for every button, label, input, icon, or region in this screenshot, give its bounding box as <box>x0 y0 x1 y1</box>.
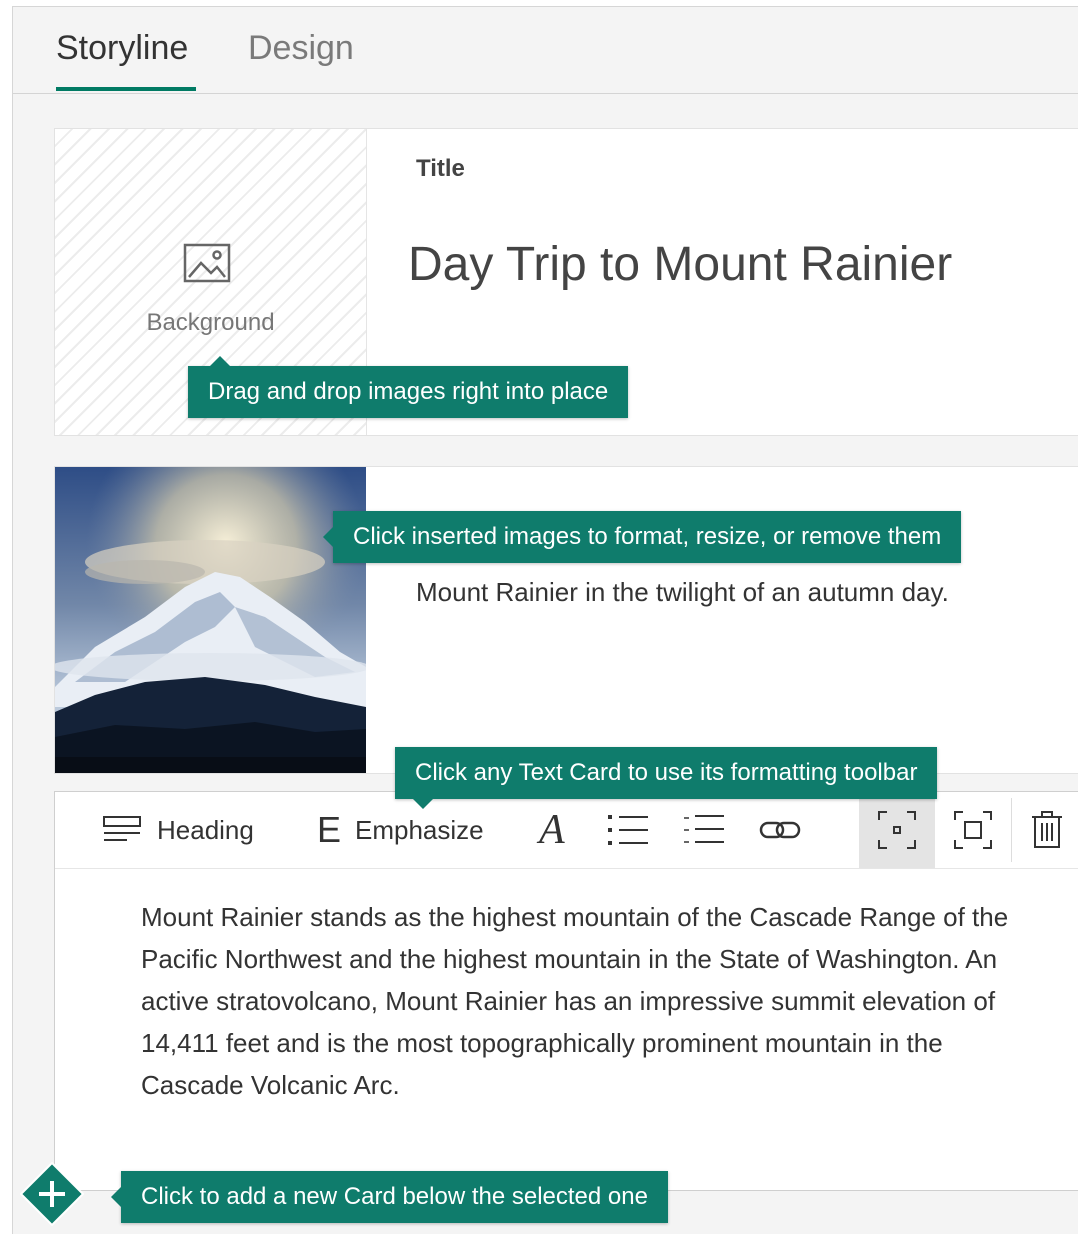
sway-editor: Storyline Design Background Title Day Tr… <box>12 6 1078 1234</box>
delete-icon <box>1032 811 1062 848</box>
tab-design[interactable]: Design <box>248 29 354 68</box>
heading-button[interactable]: Heading <box>103 792 254 868</box>
focus-small-icon <box>878 811 916 849</box>
numbered-list-icon <box>684 815 724 843</box>
text-card-body[interactable]: Mount Rainier stands as the highest moun… <box>141 896 1021 1106</box>
mountain-photo[interactable] <box>55 467 366 773</box>
toolbar-separator <box>1011 798 1012 862</box>
active-tab-indicator <box>56 87 196 91</box>
callout-drag-drop: Drag and drop images right into place <box>188 356 629 418</box>
callout-text-card-text: Click any Text Card to use its formattin… <box>415 759 918 786</box>
callout-add-card-text: Click to add a new Card below the select… <box>141 1183 648 1210</box>
bullet-list-button[interactable] <box>607 792 649 868</box>
delete-button[interactable] <box>1031 792 1063 868</box>
emphasize-button[interactable]: E Emphasize <box>317 792 484 868</box>
tab-storyline[interactable]: Storyline <box>56 29 188 68</box>
add-card-button[interactable] <box>19 1161 85 1227</box>
tab-bar: Storyline Design <box>13 7 1078 94</box>
focus-large-icon <box>954 811 992 849</box>
callout-add-card: Click to add a new Card below the select… <box>111 1171 668 1223</box>
image-caption[interactable]: Mount Rainier in the twilight of an autu… <box>416 571 976 613</box>
heading-icon <box>103 816 141 841</box>
heading-label: Heading <box>157 814 254 845</box>
text-card[interactable]: Heading E Emphasize A Mount Rainier stan… <box>54 791 1078 1191</box>
background-label: Background <box>146 309 275 336</box>
accent-button[interactable]: A <box>539 792 565 868</box>
formatting-toolbar: Heading E Emphasize A <box>55 792 1078 869</box>
link-button[interactable] <box>759 792 801 868</box>
callout-drag-drop-text: Drag and drop images right into place <box>208 378 609 405</box>
callout-inserted-images-text: Click inserted images to format, resize,… <box>353 523 942 550</box>
bullet-list-icon <box>608 815 648 845</box>
accent-icon: A <box>539 807 565 853</box>
focus-small-button[interactable] <box>859 792 935 868</box>
story-title[interactable]: Day Trip to Mount Rainier <box>408 237 952 292</box>
plus-icon <box>19 1161 85 1227</box>
callout-text-card: Click any Text Card to use its formattin… <box>395 747 938 809</box>
emphasize-label: Emphasize <box>355 814 484 845</box>
image-icon <box>183 243 231 283</box>
emphasize-icon: E <box>317 809 342 850</box>
focus-large-button[interactable] <box>953 792 993 868</box>
callout-inserted-images: Click inserted images to format, resize,… <box>323 511 962 563</box>
numbered-list-button[interactable] <box>683 792 725 868</box>
link-icon <box>759 821 801 839</box>
title-field-label: Title <box>416 155 465 182</box>
